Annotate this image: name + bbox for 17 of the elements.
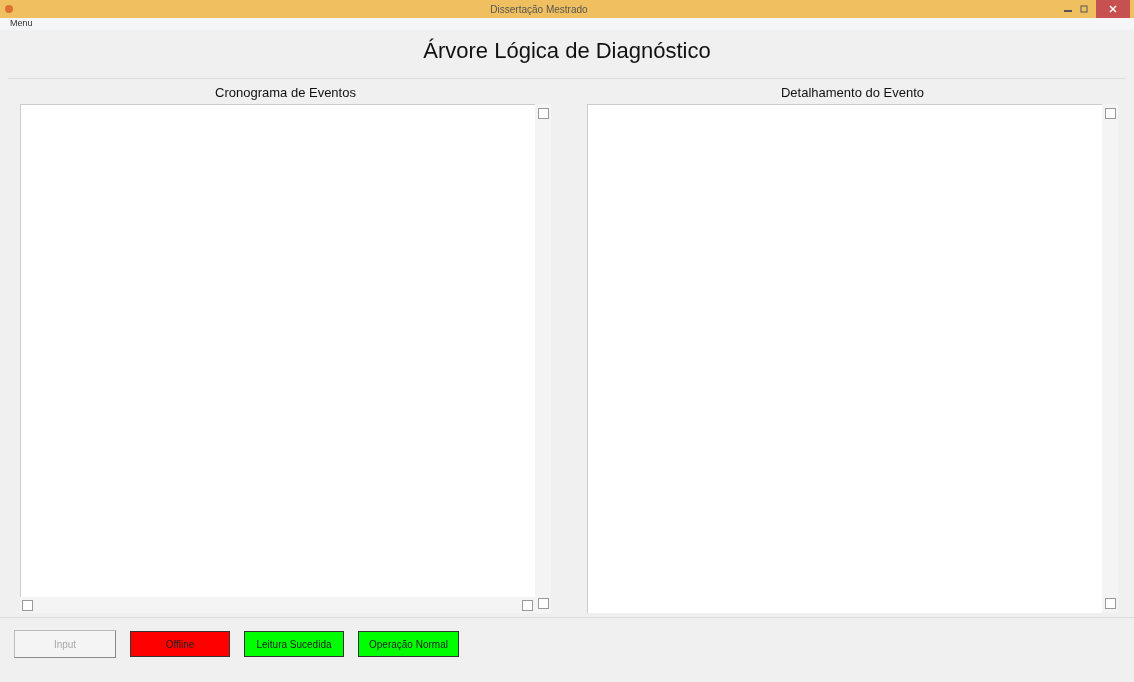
status-indicator: Operação Normal bbox=[358, 631, 459, 657]
horizontal-scrollbar[interactable] bbox=[20, 597, 535, 613]
panel-title: Detalhamento do Evento bbox=[779, 85, 926, 100]
list-box[interactable] bbox=[587, 104, 1102, 613]
panel-title: Cronograma de Eventos bbox=[214, 85, 357, 100]
app-icon bbox=[4, 4, 14, 14]
list-box[interactable] bbox=[20, 104, 535, 597]
menu-item[interactable]: Menu bbox=[10, 18, 33, 30]
vertical-scrollbar[interactable] bbox=[535, 104, 551, 613]
vertical-scrollbar[interactable] bbox=[1102, 104, 1118, 613]
page-heading: Árvore Lógica de Diagnóstico bbox=[422, 37, 712, 65]
status-indicator: Offline bbox=[130, 631, 230, 657]
close-icon bbox=[1109, 5, 1117, 13]
window-title: Dissertação Mestrado bbox=[489, 3, 589, 15]
maximize-icon[interactable] bbox=[1080, 5, 1088, 13]
status-indicator: Leitura Sucedida bbox=[244, 631, 344, 657]
close-button[interactable] bbox=[1096, 0, 1130, 18]
